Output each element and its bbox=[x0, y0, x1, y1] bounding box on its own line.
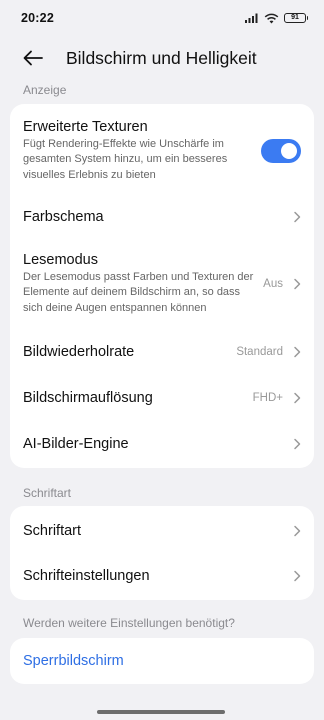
ai-image-engine-title: AI-Bilder-Engine bbox=[23, 436, 129, 452]
advanced-textures-toggle[interactable] bbox=[261, 139, 301, 163]
header: Bildschirm und Helligkeit bbox=[0, 36, 324, 80]
chevron-right-icon bbox=[294, 438, 301, 450]
status-bar: 20:22 91 bbox=[0, 0, 324, 36]
resolution-value: FHD+ bbox=[252, 392, 283, 404]
font-settings-title: Schrifteinstellungen bbox=[23, 568, 150, 584]
reading-mode-value: Aus bbox=[263, 278, 283, 290]
back-arrow-icon bbox=[23, 50, 43, 66]
font-title: Schriftart bbox=[23, 523, 82, 539]
font-settings-row[interactable]: Schrifteinstellungen bbox=[10, 554, 314, 598]
home-indicator[interactable] bbox=[97, 710, 225, 714]
chevron-right-icon bbox=[294, 346, 301, 358]
chevron-right-icon bbox=[294, 211, 301, 223]
section-label-more-settings: Werden weitere Einstellungen benötigt? bbox=[23, 616, 235, 630]
back-button[interactable] bbox=[13, 38, 53, 78]
refresh-rate-row[interactable]: Bildwiederholrate Standard bbox=[10, 330, 314, 374]
font-settings-card: Schriftart Schrifteinstellungen bbox=[10, 506, 314, 600]
font-row[interactable]: Schriftart bbox=[10, 508, 314, 554]
color-scheme-row[interactable]: Farbschema bbox=[10, 196, 314, 238]
reading-mode-row[interactable]: Lesemodus Der Lesemodus passt Farben und… bbox=[10, 248, 314, 320]
status-icons: 91 bbox=[245, 13, 308, 24]
more-settings-card: Sperrbildschirm bbox=[10, 638, 314, 684]
reading-mode-title: Lesemodus bbox=[23, 251, 98, 268]
resolution-row[interactable]: Bildschirmauflösung FHD+ bbox=[10, 376, 314, 420]
chevron-right-icon bbox=[294, 392, 301, 404]
reading-mode-description: Der Lesemodus passt Farben und Texturen … bbox=[23, 270, 254, 314]
section-label-display: Anzeige bbox=[23, 83, 67, 97]
resolution-title: Bildschirmauflösung bbox=[23, 390, 153, 406]
status-time: 20:22 bbox=[21, 11, 54, 25]
lock-screen-title: Sperrbildschirm bbox=[23, 653, 124, 669]
display-settings-card: Erweiterte Texturen Fügt Rendering-Effek… bbox=[10, 104, 314, 468]
battery-level: 91 bbox=[291, 14, 299, 21]
color-scheme-title: Farbschema bbox=[23, 209, 104, 225]
section-label-font: Schriftart bbox=[23, 486, 72, 500]
chevron-right-icon bbox=[294, 525, 301, 537]
toggle-knob bbox=[281, 143, 297, 159]
advanced-textures-row[interactable]: Erweiterte Texturen Fügt Rendering-Effek… bbox=[10, 116, 314, 186]
page-title: Bildschirm und Helligkeit bbox=[66, 47, 257, 68]
battery-icon: 91 bbox=[284, 13, 308, 23]
advanced-textures-description: Fügt Rendering-Effekte wie Unschärfe im … bbox=[23, 137, 228, 181]
signal-icon bbox=[245, 13, 258, 23]
chevron-right-icon bbox=[294, 278, 301, 290]
advanced-textures-title: Erweiterte Texturen bbox=[23, 118, 148, 135]
lock-screen-link[interactable]: Sperrbildschirm bbox=[10, 638, 314, 684]
ai-image-engine-row[interactable]: AI-Bilder-Engine bbox=[10, 422, 314, 466]
refresh-rate-title: Bildwiederholrate bbox=[23, 344, 135, 360]
chevron-right-icon bbox=[294, 570, 301, 582]
wifi-icon bbox=[264, 13, 279, 23]
refresh-rate-value: Standard bbox=[236, 346, 283, 358]
